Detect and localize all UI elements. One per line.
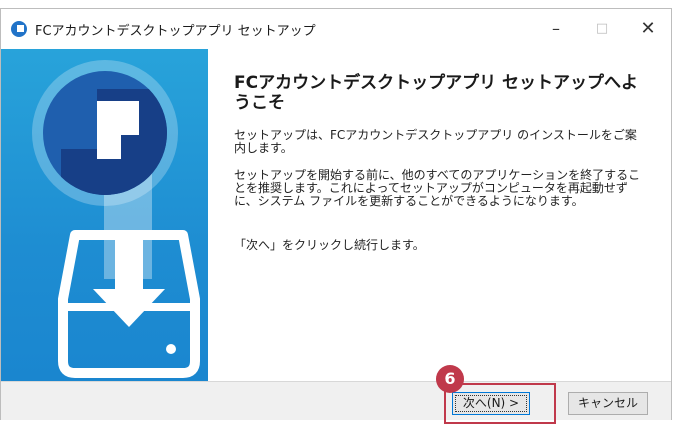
- fc-app-logo-icon: [11, 21, 27, 37]
- maximize-button[interactable]: □: [579, 9, 625, 49]
- setup-window: FCアカウントデスクトップアプリ セットアップ – □ ✕ FCアカウントデスク…: [0, 8, 672, 420]
- continue-instruction: 「次へ」をクリックし続行します。: [234, 238, 425, 252]
- banner-panel: [1, 49, 208, 381]
- intro-paragraph: セットアップは、FCアカウントデスクトップアプリ のインストールをご案内します。: [234, 128, 637, 155]
- banner-illustration: [32, 60, 200, 378]
- minimize-button[interactable]: –: [533, 9, 579, 49]
- welcome-heading: FCアカウントデスクトップアプリ セットアップへようこそ: [234, 73, 639, 113]
- title-bar[interactable]: FCアカウントデスクトップアプリ セットアップ – □ ✕: [1, 9, 671, 49]
- close-button[interactable]: ✕: [625, 9, 671, 49]
- recommendation-paragraph: セットアップを開始する前に、他のすべてのアプリケーションを終了することを推奨しま…: [234, 168, 641, 208]
- download-drive-icon: [58, 230, 200, 378]
- window-title: FCアカウントデスクトップアプリ セットアップ: [35, 24, 316, 39]
- button-bar: 次へ(N) > キャンセル: [1, 381, 671, 420]
- step-number-badge: 6: [436, 365, 464, 393]
- cancel-button[interactable]: キャンセル: [568, 392, 648, 415]
- next-button-highlight: [444, 383, 556, 424]
- welcome-content: FCアカウントデスクトップアプリ セットアップへようこそ セットアップは、FCア…: [208, 49, 671, 381]
